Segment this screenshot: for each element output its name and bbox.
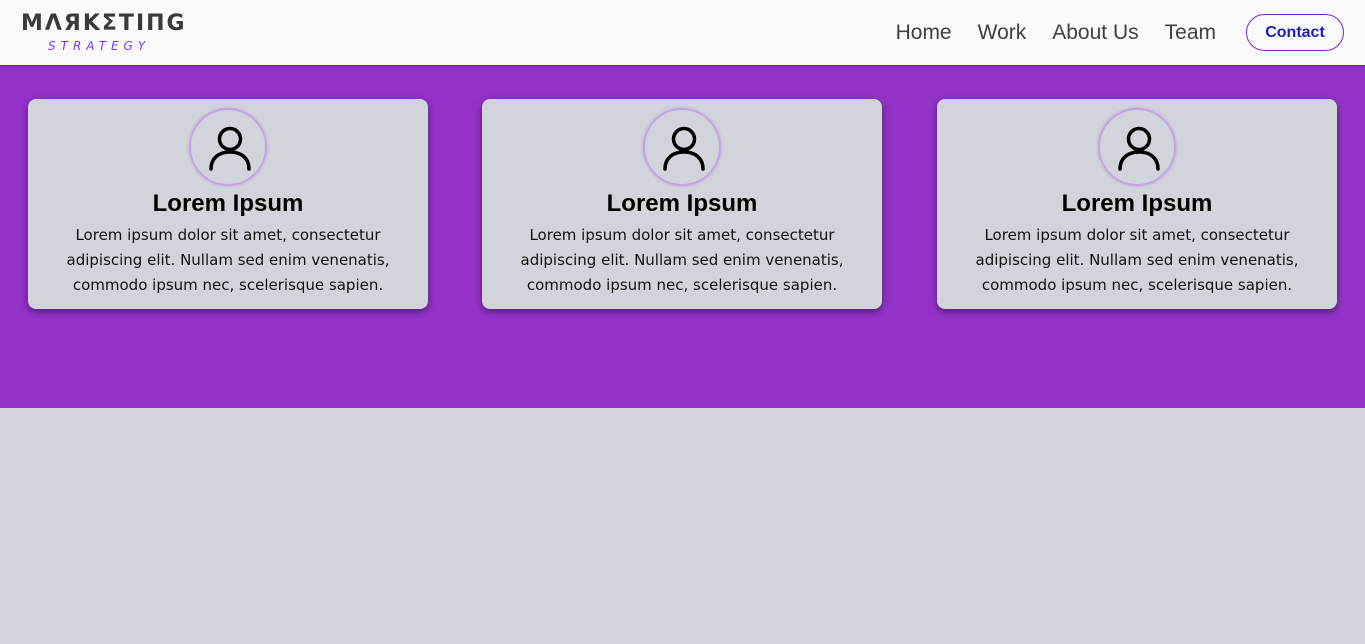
logo-main-text: MΛЯKΣTIПG bbox=[21, 11, 187, 36]
logo[interactable]: MΛЯKΣTIПG STRATEGY bbox=[21, 10, 191, 54]
team-card: Lorem Ipsum Lorem ipsum dolor sit amet, … bbox=[482, 99, 882, 309]
nav-link-team[interactable]: Team bbox=[1165, 21, 1216, 45]
card-text: Lorem ipsum dolor sit amet, consectetur … bbox=[975, 226, 1299, 294]
avatar bbox=[643, 108, 721, 186]
nav-link-home[interactable]: Home bbox=[896, 21, 952, 45]
card-text: Lorem ipsum dolor sit amet, consectetur … bbox=[66, 226, 390, 294]
user-icon bbox=[1118, 126, 1160, 171]
user-icon bbox=[663, 126, 705, 171]
contact-button[interactable]: Contact bbox=[1246, 14, 1344, 51]
avatar bbox=[1098, 108, 1176, 186]
nav-link-about-us[interactable]: About Us bbox=[1052, 21, 1138, 45]
logo-sub-text: STRATEGY bbox=[48, 39, 151, 53]
navbar: MΛЯKΣTIПG STRATEGY Home Work About Us Te… bbox=[0, 0, 1365, 65]
card-title: Lorem Ipsum bbox=[152, 190, 304, 217]
main-nav: Home Work About Us Team Contact bbox=[896, 0, 1344, 65]
team-card: Lorem Ipsum Lorem ipsum dolor sit amet, … bbox=[28, 99, 428, 309]
card-title: Lorem Ipsum bbox=[1061, 190, 1213, 217]
user-icon bbox=[209, 126, 251, 171]
team-card: Lorem Ipsum Lorem ipsum dolor sit amet, … bbox=[937, 99, 1337, 309]
avatar bbox=[189, 108, 267, 186]
nav-link-work[interactable]: Work bbox=[978, 21, 1027, 45]
card-title: Lorem Ipsum bbox=[606, 190, 758, 217]
card-text: Lorem ipsum dolor sit amet, consectetur … bbox=[520, 226, 844, 294]
